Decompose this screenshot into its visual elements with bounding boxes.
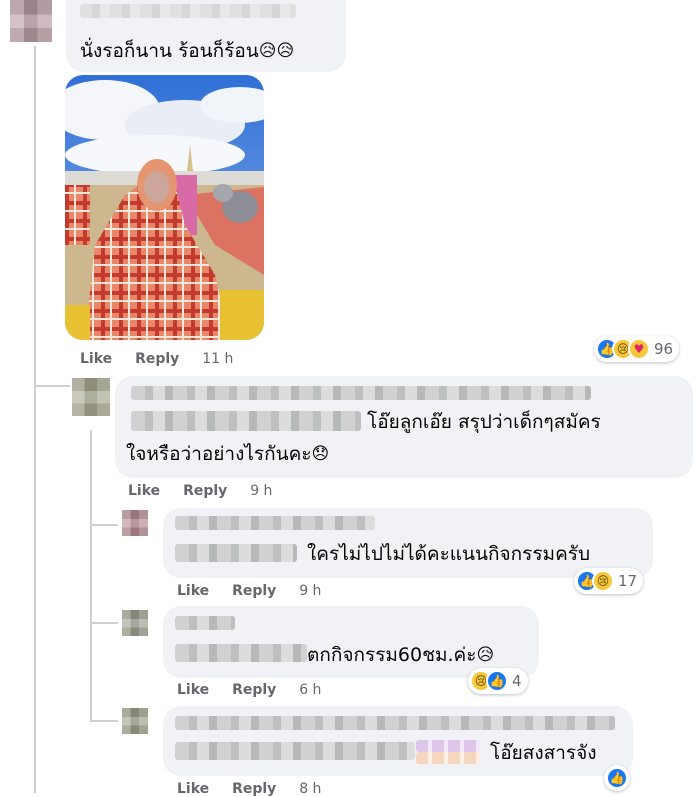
thread-line-branch-4	[90, 720, 118, 722]
timestamp[interactable]: 9 h	[250, 483, 272, 499]
timestamp[interactable]: 6 h	[299, 682, 321, 698]
photo-image	[65, 75, 264, 340]
reply-button[interactable]: Reply	[232, 781, 276, 797]
like-icon: 👍	[486, 670, 508, 692]
like-button[interactable]: Like	[80, 351, 112, 367]
thread-line-replies	[90, 430, 92, 720]
avatar[interactable]	[72, 378, 110, 416]
like-button[interactable]: Like	[128, 483, 160, 499]
avatar[interactable]	[122, 510, 148, 536]
care-icon: ♥	[628, 338, 650, 360]
comment-text: โอ๊ยลูกเอ๊ย สรุปว่าเด็กๆสมัคร	[367, 411, 601, 433]
thread-line-main	[34, 46, 36, 793]
comment-actions: Like Reply 8 h	[177, 781, 321, 797]
redacted-username	[175, 716, 615, 730]
reply-button[interactable]: Reply	[183, 483, 227, 499]
like-button[interactable]: Like	[177, 583, 209, 599]
disappointed-face-emoji: 😞	[311, 444, 330, 464]
comment-body: นั่งรอก็นาน ร้อนก็ร้อน	[80, 40, 259, 62]
crying-face-emoji: 😥	[476, 645, 495, 665]
reaction-summary[interactable]: 😢 👍 4	[468, 668, 528, 694]
comment-text-line2: ใจหรือว่าอย่างไรกันคะ😞	[126, 441, 329, 468]
timestamp[interactable]: 9 h	[299, 583, 321, 599]
reaction-count: 17	[618, 572, 638, 590]
redacted-username	[80, 4, 296, 18]
redacted-username	[175, 516, 375, 530]
redacted-text	[131, 411, 361, 431]
reply-button[interactable]: Reply	[232, 583, 276, 599]
thread-line-branch-2	[90, 524, 118, 526]
comment-body: ตกกิจกรรม60ชม.ค่ะ	[307, 644, 477, 666]
avatar[interactable]	[122, 708, 148, 734]
comment-text: ตกกิจกรรม60ชม.ค่ะ😥	[307, 642, 494, 669]
redacted-text	[175, 544, 297, 562]
comment-actions: Like Reply 9 h	[128, 483, 272, 499]
redacted-username	[131, 386, 591, 400]
redacted-emoji	[416, 752, 480, 764]
comment-actions: Like Reply 6 h	[177, 682, 321, 698]
comment-actions: Like Reply 9 h	[177, 583, 321, 599]
thread-line-branch-3	[90, 622, 118, 624]
redacted-text	[175, 644, 307, 662]
comment-photo[interactable]	[65, 75, 264, 340]
reply-button[interactable]: Reply	[232, 682, 276, 698]
comment-body: ใจหรือว่าอย่างไรกันคะ	[126, 443, 312, 465]
redacted-username	[175, 616, 235, 630]
comment-actions: Like Reply 11 h	[80, 351, 233, 367]
redacted-emoji	[416, 740, 480, 752]
like-button[interactable]: Like	[177, 781, 209, 797]
timestamp[interactable]: 8 h	[299, 781, 321, 797]
avatar[interactable]	[122, 610, 148, 636]
reaction-summary[interactable]: 👍 😢 ♥ 96	[594, 336, 680, 362]
crying-face-emoji: 😥😥	[258, 41, 295, 61]
comment-text: ใครไม่ไปไม่ได้คะแนนกิจกรรมครับ	[307, 543, 591, 565]
reaction-count: 96	[654, 340, 674, 358]
sad-icon: 😢	[592, 570, 614, 592]
thread-line-branch-1	[34, 385, 70, 387]
like-icon: 👍	[606, 767, 628, 789]
comment-text: นั่งรอก็นาน ร้อนก็ร้อน😥😥	[80, 38, 294, 65]
reply-button[interactable]: Reply	[135, 351, 179, 367]
reaction-summary[interactable]: 👍	[604, 765, 630, 791]
like-button[interactable]: Like	[177, 682, 209, 698]
redacted-text	[175, 742, 415, 760]
comment-text: โอ๊ยสงสารจัง	[490, 742, 597, 764]
reaction-summary[interactable]: 👍 😢 17	[574, 568, 644, 594]
reaction-count: 4	[512, 672, 522, 690]
timestamp[interactable]: 11 h	[202, 351, 233, 367]
avatar[interactable]	[10, 0, 52, 42]
